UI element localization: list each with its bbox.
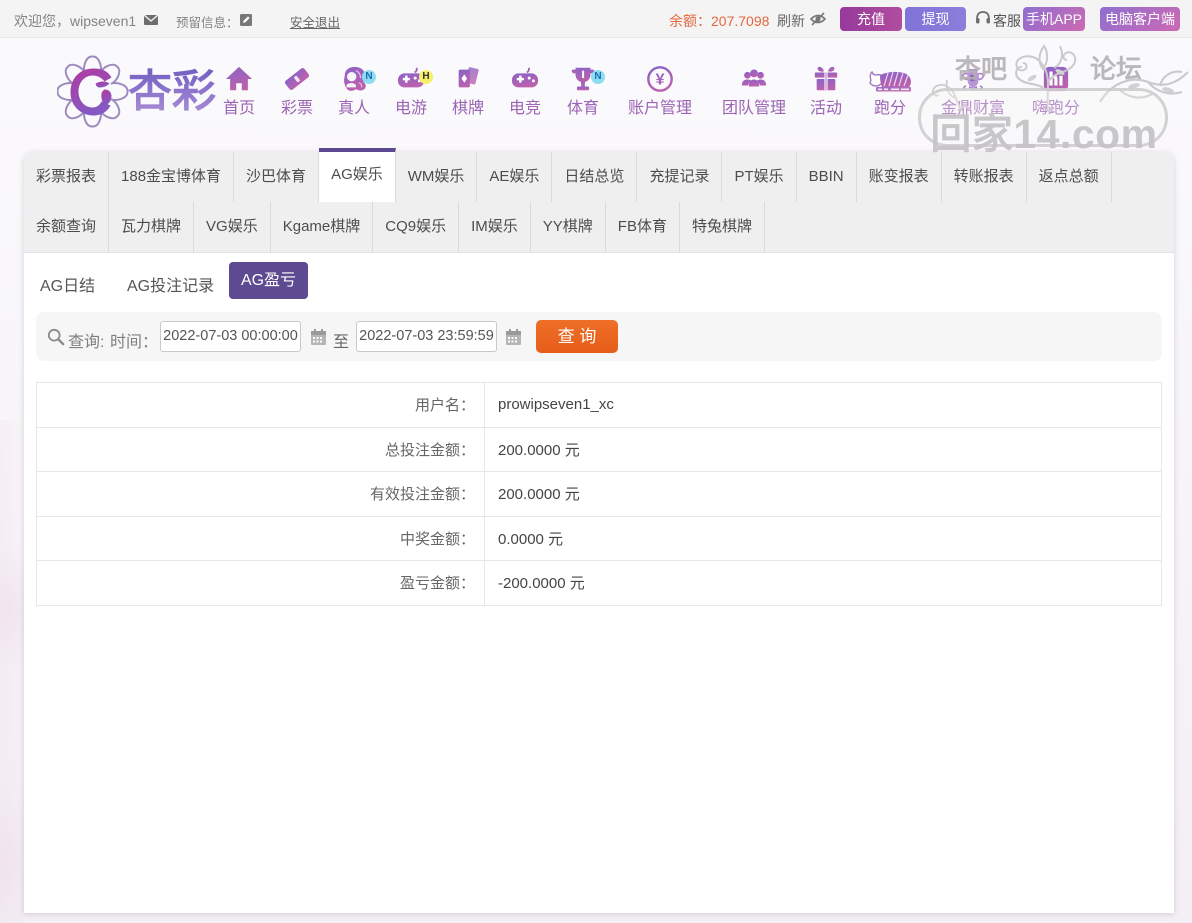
svg-text:杏彩: 杏彩 bbox=[128, 67, 216, 116]
svg-text:¥: ¥ bbox=[656, 72, 665, 89]
